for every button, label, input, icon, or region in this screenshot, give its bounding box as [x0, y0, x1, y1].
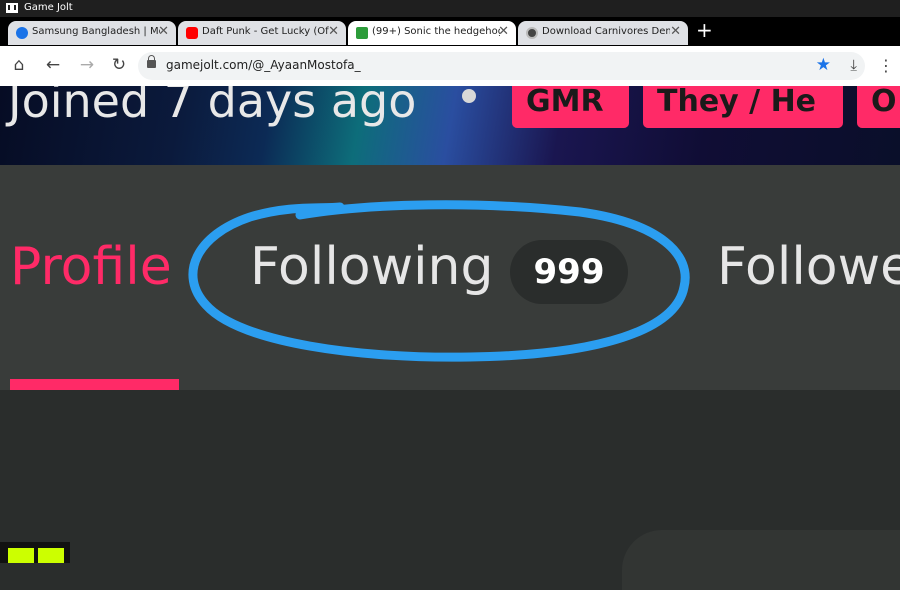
- reload-icon[interactable]: ↻: [108, 54, 130, 76]
- window-title-bar: Game Jolt: [0, 0, 900, 17]
- tab-label: (99+) Sonic the hedgehog (: [372, 26, 500, 37]
- home-icon[interactable]: ⌂: [8, 54, 30, 76]
- profile-nav: Profile Following 999 Followe: [0, 165, 900, 390]
- tab-strip: Samsung Bangladesh | Mobi ✕ Daft Punk - …: [0, 17, 900, 46]
- joined-text: Joined 7 days ago: [8, 86, 417, 128]
- close-tab-icon[interactable]: ✕: [328, 24, 339, 39]
- tab-label: Download Carnivores Demon: [542, 26, 670, 37]
- forward-arrow-icon[interactable]: →: [76, 54, 98, 76]
- tag-pill[interactable]: GMR: [512, 86, 629, 128]
- gamejolt-favicon-icon: [356, 27, 368, 39]
- window-title: Game Jolt: [24, 2, 73, 13]
- url-text: gamejolt.com/@_AyaanMostofa_: [166, 58, 361, 72]
- gmail-icon: [6, 3, 18, 13]
- active-tab-indicator: [10, 379, 179, 390]
- tab-label: Samsung Bangladesh | Mobi: [32, 26, 160, 37]
- tag-pill[interactable]: They / He: [643, 86, 843, 128]
- avatar[interactable]: [0, 542, 70, 563]
- close-tab-icon[interactable]: ✕: [158, 24, 169, 39]
- tab-following[interactable]: Following: [250, 237, 494, 297]
- bookmark-star-icon[interactable]: ★: [816, 55, 831, 75]
- back-arrow-icon[interactable]: ←: [42, 54, 64, 76]
- tag-pill[interactable]: O: [857, 86, 900, 128]
- avatar-eye-right: [38, 548, 64, 563]
- content-card-edge: [622, 530, 900, 590]
- youtube-favicon-icon: [186, 27, 198, 39]
- tab-followers[interactable]: Followe: [717, 237, 900, 297]
- samsung-favicon-icon: [16, 27, 28, 39]
- close-tab-icon[interactable]: ✕: [670, 24, 681, 39]
- new-tab-button[interactable]: +: [696, 18, 713, 42]
- lock-icon: [147, 55, 156, 68]
- browser-toolbar: ⌂ ← → ↻ gamejolt.com/@_AyaanMostofa_ ★ ⤓: [0, 46, 900, 87]
- avatar-eye-left: [8, 548, 34, 563]
- tab-profile[interactable]: Profile: [10, 237, 172, 297]
- close-tab-icon[interactable]: ✕: [498, 24, 509, 39]
- separator-dot: [462, 89, 476, 103]
- following-count-badge: 999: [510, 240, 628, 304]
- browser-menu-icon[interactable]: ⋮: [878, 56, 894, 75]
- tab-label: Daft Punk - Get Lucky (Of: [202, 26, 329, 37]
- browser-tab-active[interactable]: (99+) Sonic the hedgehog ( ✕: [348, 21, 516, 45]
- browser-tab[interactable]: Download Carnivores Demon ✕: [518, 21, 688, 45]
- browser-tab[interactable]: Samsung Bangladesh | Mobi ✕: [8, 21, 176, 45]
- carnivores-favicon-icon: [526, 27, 538, 39]
- profile-banner: Joined 7 days ago GMR They / He O: [0, 86, 900, 165]
- address-bar[interactable]: gamejolt.com/@_AyaanMostofa_ ★ ⤓: [138, 52, 865, 80]
- download-icon[interactable]: ⤓: [850, 56, 857, 74]
- browser-tab[interactable]: Daft Punk - Get Lucky (Of ✕: [178, 21, 346, 45]
